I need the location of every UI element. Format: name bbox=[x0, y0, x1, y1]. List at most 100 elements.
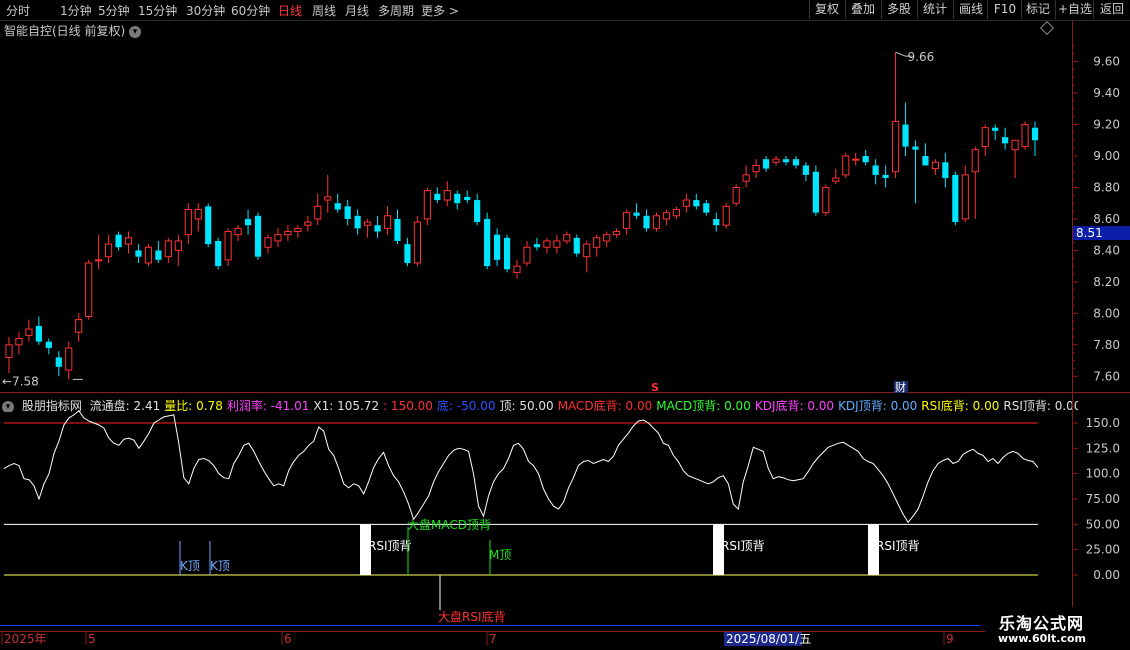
toolbar-button-4[interactable]: 画线 bbox=[953, 0, 988, 19]
period-tab-7[interactable]: 周线 bbox=[312, 2, 336, 19]
current-price-label: 8.51 bbox=[1076, 226, 1103, 240]
candle-body-down bbox=[942, 162, 949, 179]
price-tick-label: 9.60 bbox=[1093, 55, 1120, 69]
period-tab-9[interactable]: 多周期 bbox=[378, 2, 414, 19]
high-label: 9.66 bbox=[908, 50, 935, 64]
candle-body-up bbox=[364, 221, 372, 226]
candle-body-up bbox=[981, 127, 989, 148]
candle-body-up bbox=[772, 158, 780, 163]
candle-body-down bbox=[334, 203, 341, 210]
indicator-tick-label: 100.0 bbox=[1086, 467, 1120, 481]
indicator-tick-label: 50.00 bbox=[1086, 517, 1120, 531]
indicator-value-7: MACD底背: 0.00 bbox=[557, 399, 653, 412]
candle-body-down bbox=[155, 250, 162, 260]
toolbar-button-3[interactable]: 统计 bbox=[917, 0, 952, 19]
period-tab-0[interactable]: 分时 bbox=[6, 2, 30, 19]
candle-body-up bbox=[553, 240, 561, 248]
k-top-label-0: K顶 bbox=[180, 559, 200, 573]
period-tab-1[interactable]: 1分钟 bbox=[60, 2, 92, 19]
date-label-0: 2025年 bbox=[4, 632, 47, 646]
candle-body-down bbox=[45, 341, 52, 348]
price-tick-label: 9.00 bbox=[1093, 149, 1120, 163]
candle-body-down bbox=[912, 146, 919, 150]
candle-body-up bbox=[603, 234, 611, 242]
candle-body-up bbox=[852, 158, 860, 161]
candle-body-down bbox=[454, 193, 461, 204]
indicator-value-3: X1: 105.72 bbox=[313, 399, 380, 412]
chevron-down-icon[interactable]: ▾ bbox=[129, 25, 142, 38]
macd-top-label: 大盘MACD顶背 bbox=[407, 517, 491, 532]
period-tab-10[interactable]: 更多 > bbox=[421, 2, 459, 19]
indicator-value-6: 顶: 50.00 bbox=[499, 399, 554, 412]
candle-body-up bbox=[1011, 139, 1019, 151]
period-tab-3[interactable]: 15分钟 bbox=[138, 2, 177, 19]
period-tab-5[interactable]: 60分钟 bbox=[231, 2, 270, 19]
indicator-tick-label: 150.0 bbox=[1086, 416, 1120, 430]
candle-body-down bbox=[115, 234, 122, 248]
period-tab-2[interactable]: 5分钟 bbox=[98, 2, 130, 19]
date-axis: 2025年 5 6 7 9 2025/08/01/五 bbox=[0, 631, 1072, 646]
candle-body-down bbox=[354, 215, 361, 229]
candle-body-up bbox=[304, 221, 312, 226]
indicator-axis: 150.0 125.0 100.0 75.00 50.00 25.00 0.00 bbox=[0, 416, 1120, 626]
toolbar-button-0[interactable]: 复权 bbox=[809, 0, 844, 19]
period-tab-8[interactable]: 月线 bbox=[345, 2, 369, 19]
price-tick-label: 9.20 bbox=[1093, 118, 1120, 132]
date-label-1: 5 bbox=[88, 632, 96, 646]
candle-body-up bbox=[443, 190, 451, 201]
period-tab-6[interactable]: 日线 bbox=[278, 2, 302, 19]
candle-body-up bbox=[543, 240, 551, 248]
indicator-value-5: 底: -50.00 bbox=[436, 399, 496, 412]
toolbar-button-5[interactable]: F10 bbox=[987, 0, 1022, 19]
m-top-label: M顶 bbox=[489, 548, 511, 562]
candle-body-up bbox=[593, 237, 601, 248]
chart-title: 智能自控(日线 前复权) ▾ bbox=[4, 22, 142, 39]
diamond-icon[interactable] bbox=[1039, 20, 1055, 36]
toolbar-button-extra-1[interactable]: +自选 bbox=[1055, 0, 1094, 19]
price-axis: 9.60 9.40 9.20 9.00 8.80 8.60 8.40 8.20 8.00 7.80… bbox=[0, 20, 1130, 632]
price-tick-label: 8.20 bbox=[1093, 275, 1120, 289]
indicator-tick-label: 0.00 bbox=[1093, 568, 1120, 582]
toolbar-button-extra-0[interactable]: 标记 bbox=[1021, 0, 1054, 19]
price-tick-label: 9.40 bbox=[1093, 86, 1120, 100]
candle-body-down bbox=[693, 200, 700, 207]
candle-body-down bbox=[374, 225, 381, 232]
toolbar-button-1[interactable]: 叠加 bbox=[845, 0, 880, 19]
rsi-top-label-rsi-b: RSI顶背 bbox=[721, 539, 765, 553]
candle-body-down bbox=[643, 215, 650, 229]
candle-body-down bbox=[872, 165, 879, 175]
indicator-value-8: MACD顶背: 0.00 bbox=[656, 399, 751, 412]
candle-body-down bbox=[802, 165, 809, 175]
indicator-value-9: KDJ底背: 0.00 bbox=[754, 399, 835, 412]
candle-body-down bbox=[474, 200, 481, 223]
price-tick-label: 8.00 bbox=[1093, 306, 1120, 320]
chart-canvas[interactable]: 9.60 9.40 9.20 9.00 8.80 8.60 8.40 8.20 8.00 7.80… bbox=[0, 0, 1130, 650]
candle-body-up bbox=[413, 221, 421, 264]
candle-body-up bbox=[184, 208, 192, 236]
indicator-value-10: KDJ顶背: 0.00 bbox=[838, 399, 918, 412]
candle-body-up bbox=[264, 237, 272, 248]
candle-body-up bbox=[314, 205, 322, 220]
candle-body-up bbox=[931, 161, 939, 170]
low-label: ←7.58 bbox=[2, 374, 39, 388]
candle-body-up bbox=[75, 319, 83, 333]
candle-body-up bbox=[662, 212, 671, 220]
x1-line bbox=[3, 410, 1039, 524]
toolbar-button-2[interactable]: 多股 bbox=[881, 0, 916, 19]
candle-body-down bbox=[394, 218, 401, 241]
indicator-tick-label: 75.00 bbox=[1086, 492, 1120, 506]
indicator-tick-label: 125.0 bbox=[1086, 441, 1120, 455]
period-tab-4[interactable]: 30分钟 bbox=[186, 2, 225, 19]
candle-body-down bbox=[55, 357, 62, 367]
rsi-top-bar bbox=[713, 524, 724, 575]
date-label-4: 9 bbox=[946, 632, 954, 646]
candle-body-up bbox=[842, 155, 850, 176]
candle-body-up bbox=[722, 205, 730, 226]
top-toolbar: 分时 1分钟 5分钟 15分钟 30分钟 60分钟 日线 周线 月线 多周期 更多 > 复权 叠加 多股… bbox=[0, 0, 1130, 21]
candle-body-down bbox=[503, 237, 511, 270]
chevron-down-icon[interactable]: ▾ bbox=[2, 400, 14, 412]
toolbar-button-extra-2[interactable]: 返回 bbox=[1093, 0, 1130, 19]
candle-body-up bbox=[5, 344, 13, 358]
candle-body-up bbox=[144, 246, 153, 264]
candle-body-up bbox=[284, 231, 292, 236]
